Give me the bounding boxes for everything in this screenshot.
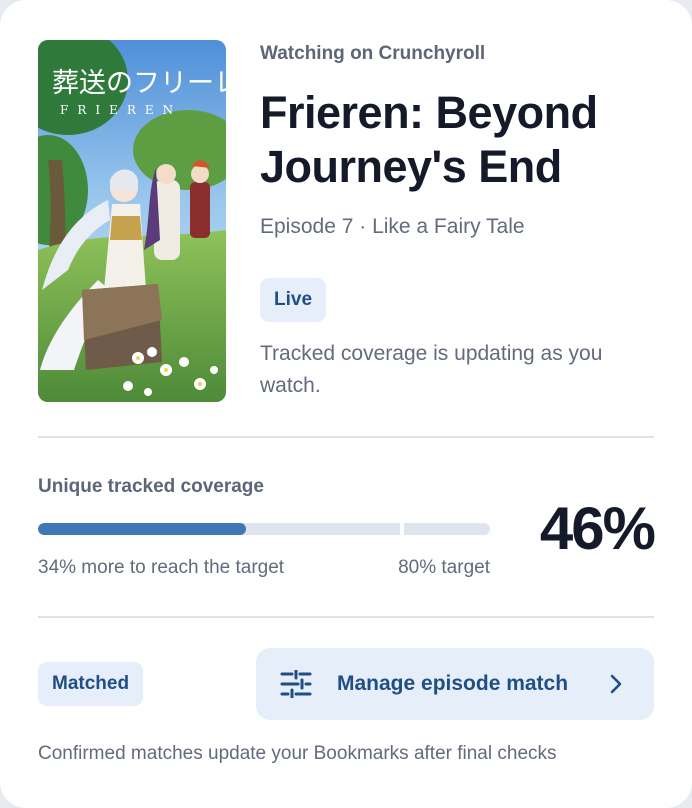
sliders-icon [280, 668, 312, 703]
divider [38, 436, 654, 438]
coverage-remaining-text: 34% more to reach the target [38, 557, 285, 578]
live-status-badge: Live [260, 278, 327, 322]
chevron-right-icon [610, 674, 622, 699]
coverage-target-marker [400, 523, 404, 535]
streaming-source: Watching on Crunchyroll [260, 43, 486, 64]
manage-episode-match-button[interactable]: Manage episode match [256, 648, 654, 720]
coverage-progress-bar [38, 523, 490, 535]
coverage-percent: 46% [539, 495, 656, 562]
show-title: Frieren: Beyond Journey's End [260, 87, 598, 192]
anime-poster: 葬送のフリーレン FRIEREN [38, 40, 226, 402]
divider [38, 616, 654, 618]
episode-info: Episode 7 · Like a Fairy Tale [260, 215, 525, 238]
coverage-target-label: 80% target [398, 557, 490, 578]
manage-episode-match-label: Manage episode match [337, 672, 569, 695]
match-footnote: Confirmed matches update your Bookmarks … [38, 743, 557, 764]
poster-title-latin: FRIEREN [60, 103, 182, 117]
coverage-label: Unique tracked coverage [38, 476, 264, 497]
now-watching-card: 葬送のフリーレン FRIEREN Watching on Crunchyroll… [0, 0, 692, 808]
live-status-note: Tracked coverage is updating as you watc… [260, 342, 603, 397]
match-status-badge: Matched [38, 662, 144, 706]
poster-title-japanese: 葬送のフリーレン [52, 68, 226, 99]
coverage-progress-fill [38, 523, 246, 535]
